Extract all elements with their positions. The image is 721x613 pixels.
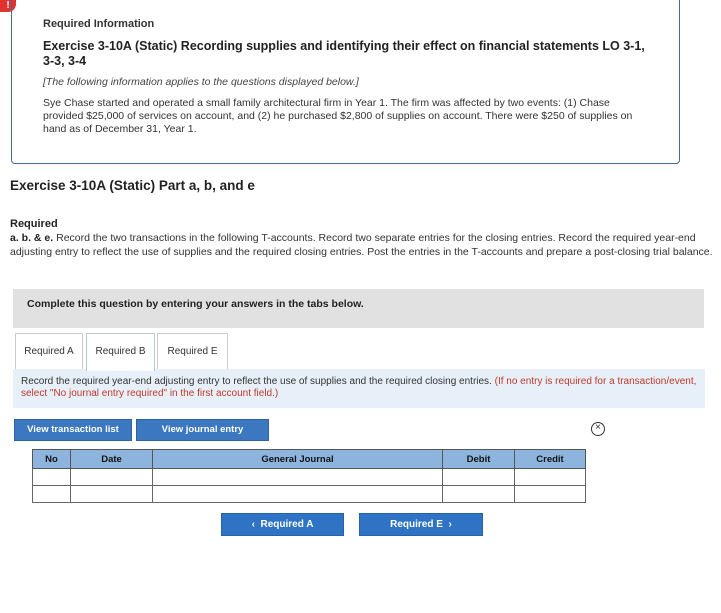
required-information-box: Required Information Exercise 3-10A (Sta… [11,0,680,164]
cell-account [152,485,443,503]
instruction-text: Record the required year-end adjusting e… [21,376,495,387]
required-prefix: a. b. & e. [10,232,54,244]
col-header-debit: Debit [442,449,515,469]
tab-required-a[interactable]: Required A [15,333,83,370]
col-header-general-journal: General Journal [152,449,443,469]
complete-question-bar: Complete this question by entering your … [13,289,704,328]
part-title: Exercise 3-10A (Static) Part a, b, and e [10,178,255,193]
info-body: Sye Chase started and operated a small f… [43,97,633,135]
prev-button-label: Required A [260,519,314,530]
cell-debit [442,485,515,503]
required-label: Required [10,218,58,230]
cell-no [32,468,71,486]
chevron-left-icon: ‹ [251,519,255,530]
col-header-no: No [32,449,71,469]
exercise-heading: Exercise 3-10A (Static) Recording suppli… [43,39,645,68]
required-section: Required a. b. & e. Record the two trans… [10,218,715,259]
info-title: Required Information [43,18,155,30]
journal-table: No Date General Journal Debit Credit [32,449,586,503]
cell-credit [514,485,586,503]
cell-credit [514,468,586,486]
table-row [32,468,586,486]
next-button-label: Required E [390,519,443,530]
required-description: Record the two transactions in the follo… [10,232,713,258]
instruction-bar: Record the required year-end adjusting e… [13,369,705,408]
prev-required-a-button[interactable]: ‹ Required A [221,513,344,536]
view-transaction-list-button[interactable]: View transaction list [14,419,132,441]
chevron-right-icon: › [448,519,452,530]
required-text: a. b. & e. Record the two transactions i… [10,232,715,259]
view-journal-worksheet-button[interactable]: View journal entry worksheet [136,419,269,455]
table-row [32,485,586,503]
cell-no [32,485,71,503]
close-icon[interactable]: × [591,422,605,436]
cell-debit [442,468,515,486]
cell-date [70,485,153,503]
info-note: [The following information applies to th… [43,76,359,88]
cell-date [70,468,153,486]
tab-required-b[interactable]: Required B [86,333,155,371]
cell-account [152,468,443,486]
col-header-date: Date [70,449,153,469]
tab-required-e[interactable]: Required E [157,333,228,370]
journal-header-row: No Date General Journal Debit Credit [32,449,586,469]
col-header-credit: Credit [514,449,586,469]
next-required-e-button[interactable]: Required E › [359,513,483,536]
